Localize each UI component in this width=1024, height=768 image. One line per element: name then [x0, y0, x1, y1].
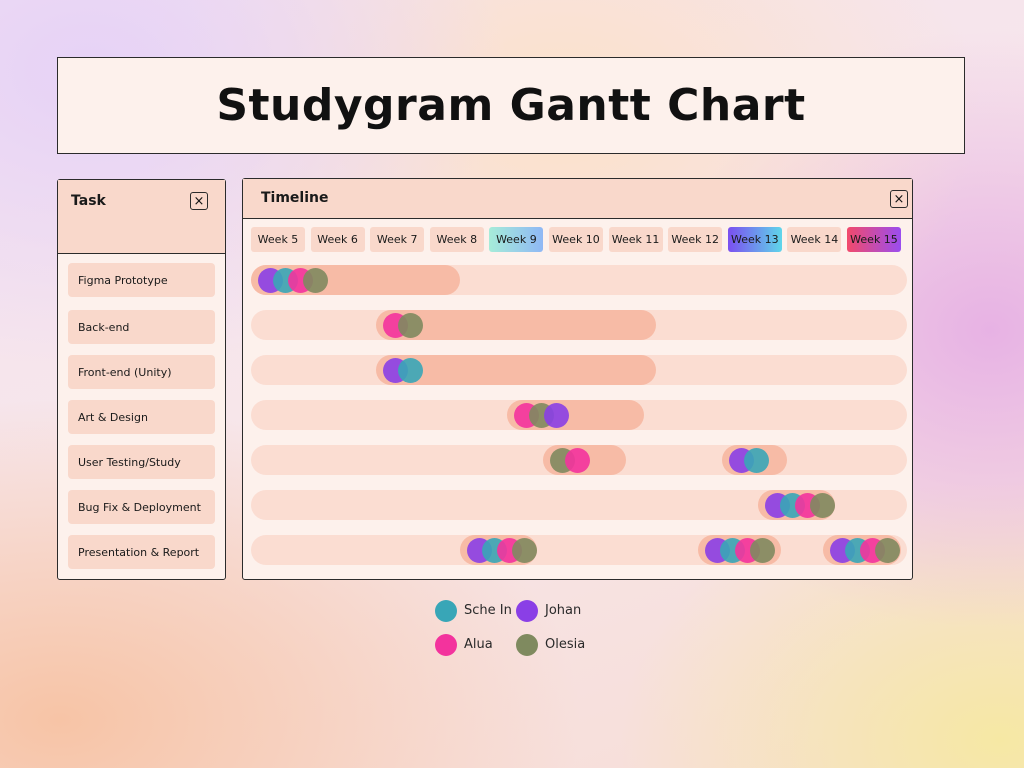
legend-swatch [435, 634, 457, 656]
timeline-panel-close-button[interactable]: × [890, 190, 908, 208]
task-item[interactable]: Figma Prototype [68, 263, 215, 297]
assignee-dot [303, 267, 328, 293]
legend-swatch [435, 600, 457, 622]
task-track [251, 535, 907, 565]
week-label: Week 14 [787, 227, 842, 252]
legend-swatch [516, 600, 538, 622]
legend-label: Johan [545, 603, 582, 618]
week-label: Week 5 [251, 227, 305, 252]
chart-title: Studygram Gantt Chart [216, 80, 806, 131]
week-label: Week 7 [370, 227, 425, 252]
assignee-dot [750, 537, 775, 563]
legend-label: Sche In [464, 603, 512, 618]
task-panel: Task × Figma Prototype Back-end Front-end … [57, 179, 226, 580]
assignee-dot [398, 312, 424, 338]
assignee-dot [809, 492, 835, 518]
task-item[interactable]: Art & Design [68, 400, 215, 434]
week-label: Week 15 [847, 227, 901, 252]
week-label: Week 8 [429, 227, 484, 252]
task-item[interactable]: Back-end [68, 310, 215, 344]
timeline-panel: Timeline × Week 5 Week 6 Week 7 Week 8 Week … [242, 178, 913, 580]
week-label: Week 12 [668, 227, 723, 252]
timeline-panel-title: Timeline [261, 190, 329, 206]
assignee-dot [398, 357, 424, 383]
week-label: Week 6 [310, 227, 365, 252]
assignee-dot [544, 402, 570, 428]
legend-label: Alua [464, 637, 493, 652]
task-panel-header: Task × [58, 180, 225, 254]
assignee-dot [511, 537, 537, 563]
week-label: Week 13 [727, 227, 782, 252]
task-item[interactable]: User Testing/Study [68, 445, 215, 479]
task-item[interactable]: Presentation & Report [68, 535, 215, 569]
task-item[interactable]: Bug Fix & Deployment [68, 490, 215, 524]
task-item[interactable]: Front-end (Unity) [68, 355, 215, 389]
timeline-panel-header: Timeline × [243, 179, 912, 219]
week-label: Week 11 [608, 227, 663, 252]
week-label: Week 10 [549, 227, 603, 252]
assignee-dot [565, 447, 591, 473]
task-panel-close-button[interactable]: × [190, 192, 208, 210]
legend-swatch [516, 634, 538, 656]
week-label: Week 9 [489, 227, 544, 252]
title-box: Studygram Gantt Chart [57, 57, 965, 154]
assignee-dot [875, 537, 901, 563]
assignee-dot [743, 447, 769, 473]
task-panel-title: Task [71, 193, 106, 209]
legend-label: Olesia [545, 637, 586, 652]
